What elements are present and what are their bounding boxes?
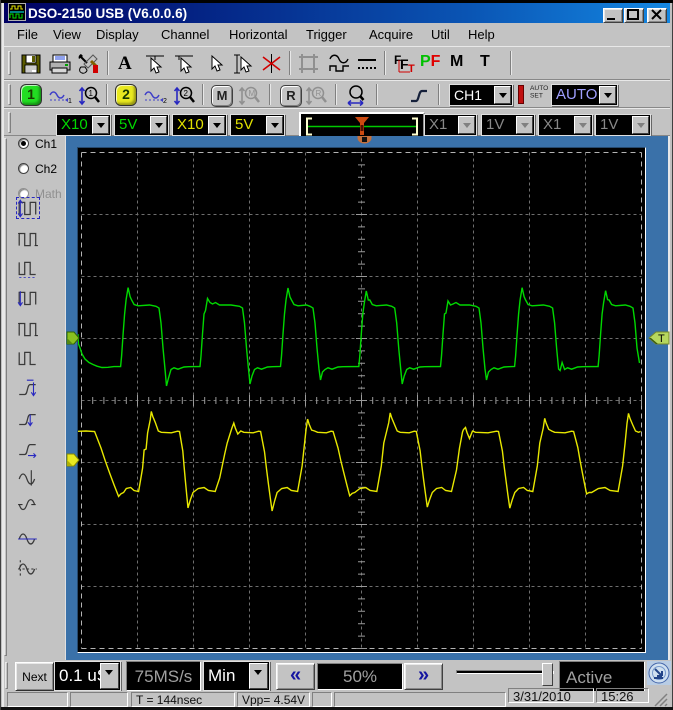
svg-text:1: 1 [68, 98, 72, 104]
svg-text:2: 2 [163, 98, 167, 104]
svg-text:T: T [658, 333, 665, 345]
svg-text:T: T [408, 63, 415, 75]
svg-text:2: 2 [184, 89, 189, 98]
svg-text:1: 1 [89, 89, 94, 98]
svg-text:M: M [249, 89, 256, 98]
svg-text:R: R [316, 89, 322, 98]
